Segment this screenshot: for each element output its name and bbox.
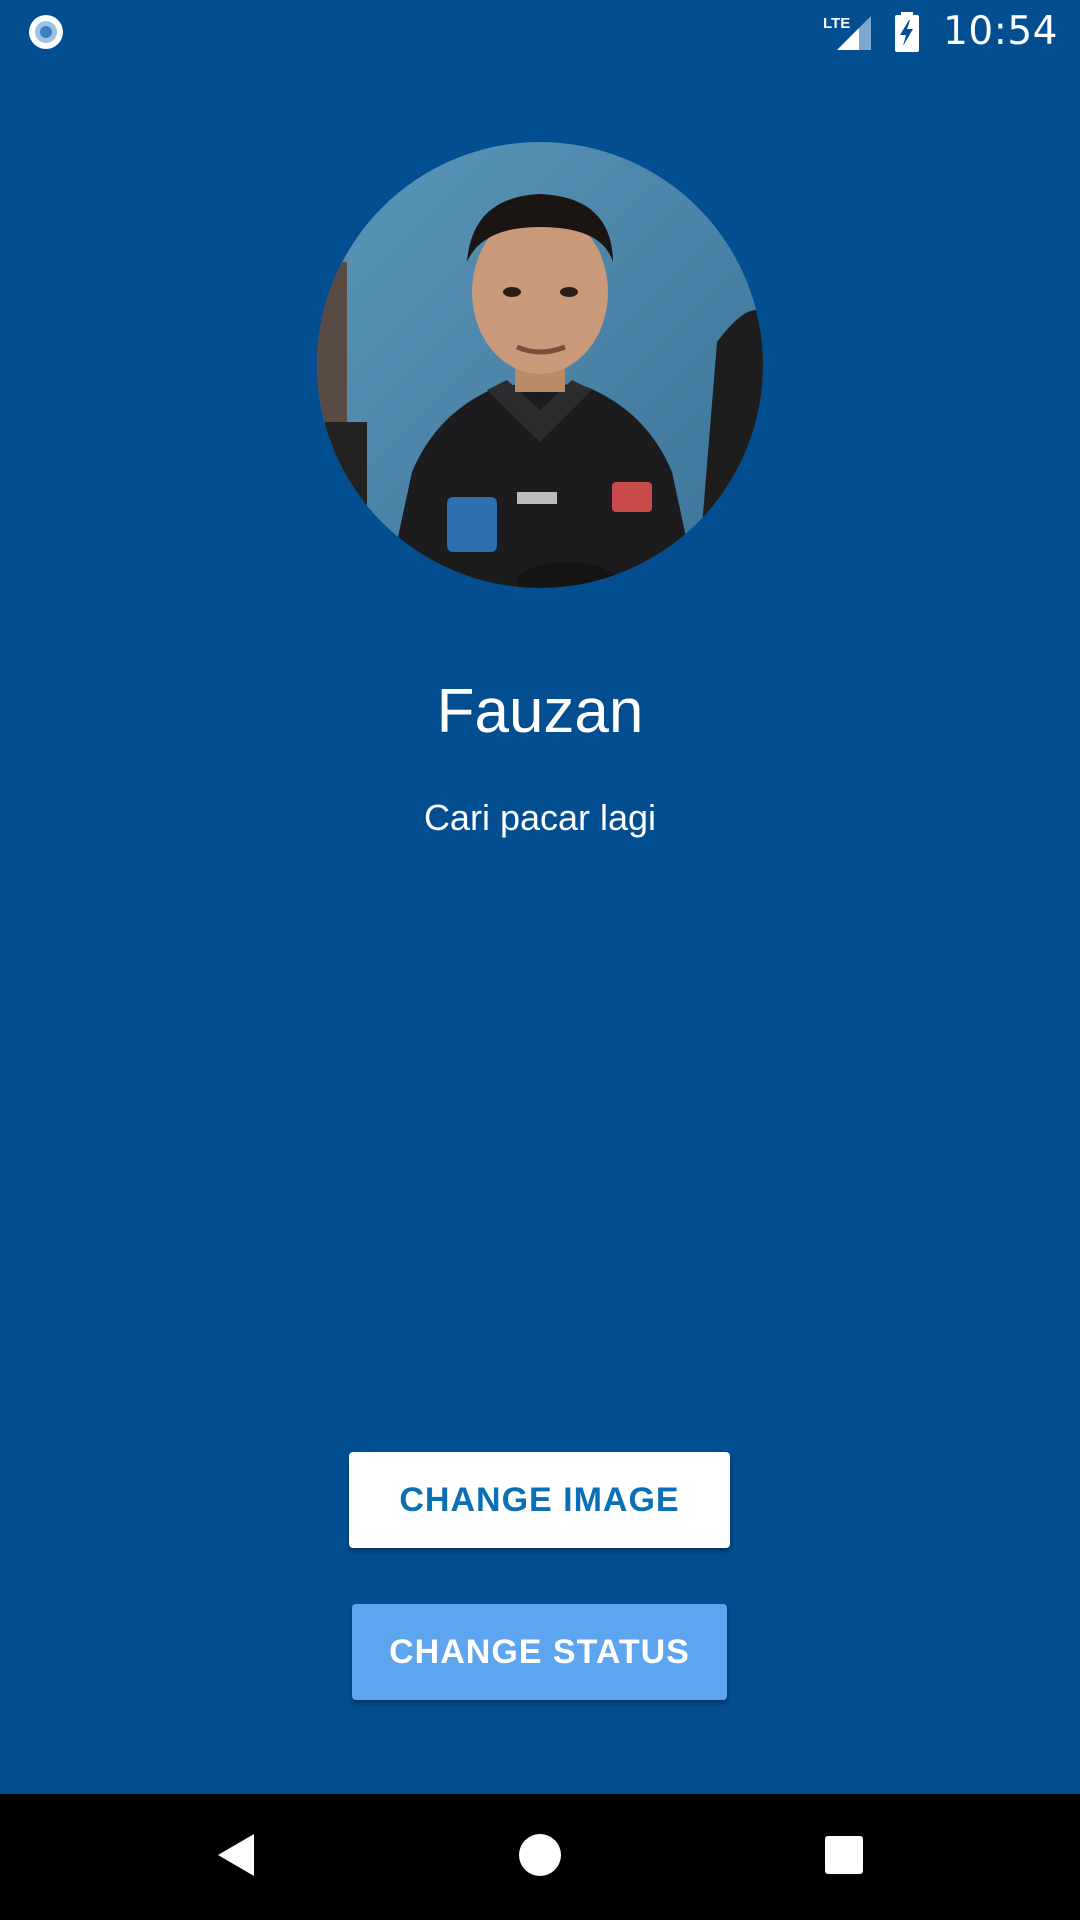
system-nav-bar [0, 1794, 1080, 1920]
signal-lte-icon: LTE [823, 12, 873, 52]
nav-home-button[interactable] [480, 1794, 600, 1920]
profile-avatar[interactable] [317, 142, 763, 588]
record-circle-icon [27, 13, 65, 51]
profile-status-text: Cari pacar lagi [423, 797, 657, 838]
nav-back-button[interactable] [176, 1794, 296, 1920]
status-clock: 10:54 [943, 9, 1058, 54]
profile-screen: LTE 10:54 Fauzan Cari pacar lagi CHANGE … [0, 0, 1080, 1920]
change-status-button[interactable]: CHANGE STATUS [352, 1604, 727, 1700]
recents-square-icon [824, 1835, 864, 1880]
status-indicators: LTE 10:54 [823, 0, 1058, 63]
home-circle-icon [518, 1833, 562, 1882]
network-label: LTE [823, 15, 850, 32]
status-bar: LTE 10:54 [0, 0, 1080, 63]
profile-name: Fauzan [436, 677, 644, 746]
nav-recents-button[interactable] [784, 1794, 904, 1920]
battery-charging-icon [893, 11, 921, 52]
back-triangle-icon [216, 1832, 256, 1883]
change-image-button[interactable]: CHANGE IMAGE [349, 1452, 730, 1548]
